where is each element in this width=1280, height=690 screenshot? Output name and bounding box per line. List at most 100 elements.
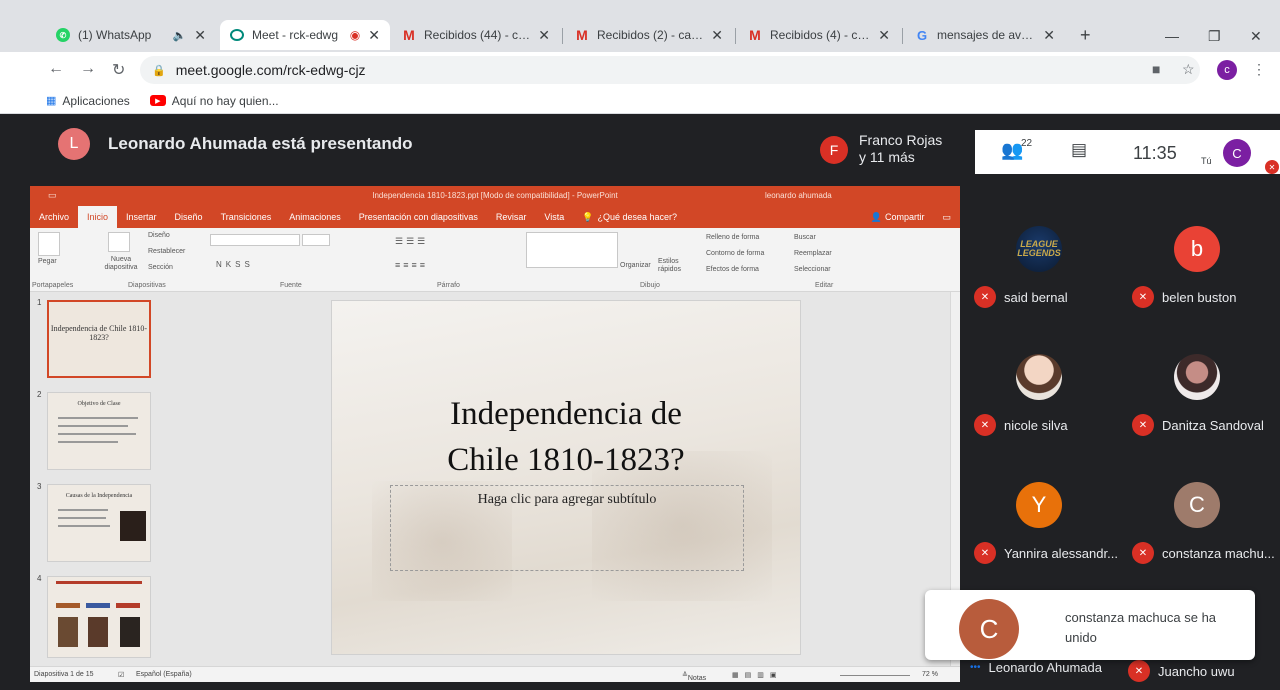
participant-tile[interactable]: ••• Leonardo Ahumada bbox=[970, 660, 1102, 675]
self-avatar[interactable]: C bbox=[1223, 139, 1251, 167]
tell-me-box[interactable]: 💡 ¿Qué desea hacer? bbox=[573, 206, 686, 228]
pp-ribbon-tabs: Archivo Inicio Insertar Diseño Transicio… bbox=[30, 206, 960, 228]
chat-icon[interactable]: ▤ bbox=[1071, 140, 1087, 160]
paste-button[interactable]: Pegar bbox=[38, 258, 57, 265]
tab-archivo[interactable]: Archivo bbox=[30, 206, 78, 228]
tab-presentacion[interactable]: Presentación con diapositivas bbox=[350, 206, 487, 228]
restore-icon[interactable]: ❐ bbox=[1208, 28, 1221, 45]
gmail-icon: M bbox=[749, 27, 761, 43]
close-tab-icon[interactable]: ✕ bbox=[1043, 27, 1055, 44]
slide-thumbnail-2[interactable]: Objetivo de Clase bbox=[47, 392, 151, 470]
address-bar[interactable]: 🔒 meet.google.com/rck-edwg-cjz bbox=[140, 56, 1200, 84]
shape-fill-button[interactable]: Relleno de forma bbox=[706, 234, 759, 241]
close-window-icon[interactable]: ✕ bbox=[1250, 28, 1262, 45]
label-box bbox=[116, 603, 140, 608]
menu-kebab-icon[interactable]: ⋮ bbox=[1252, 61, 1266, 78]
language-status[interactable]: Español (España) bbox=[136, 671, 192, 678]
zoom-level[interactable]: 72 % bbox=[922, 671, 938, 678]
back-icon[interactable]: ← bbox=[48, 60, 64, 78]
replace-button[interactable]: Reemplazar bbox=[794, 250, 832, 257]
new-tab-button[interactable]: + bbox=[1080, 25, 1091, 46]
bookmark-star-icon[interactable]: ☆ bbox=[1182, 61, 1195, 78]
tab-google[interactable]: G mensajes de avance ✕ bbox=[905, 20, 1065, 50]
share-button[interactable]: 👤 Compartir bbox=[862, 206, 934, 228]
tab-revisar[interactable]: Revisar bbox=[487, 206, 536, 228]
tab-separator bbox=[902, 28, 903, 44]
tab-gmail-2[interactable]: M Recibidos (2) - carlos ✕ bbox=[565, 20, 733, 50]
participant-photo bbox=[1016, 354, 1062, 400]
tab-gmail-1[interactable]: M Recibidos (44) - ccod ✕ bbox=[392, 20, 560, 50]
spellcheck-icon[interactable]: ☑ bbox=[118, 671, 124, 679]
gmail-icon: M bbox=[403, 27, 415, 43]
shape-outline-button[interactable]: Contorno de forma bbox=[706, 250, 764, 257]
quick-styles-button[interactable]: Estilos rápidos bbox=[658, 258, 684, 274]
subtitle-placeholder[interactable]: Haga clic para agregar subtítulo bbox=[390, 485, 744, 571]
section-button[interactable]: Sección bbox=[148, 264, 173, 271]
text-line bbox=[58, 441, 118, 443]
reset-button[interactable]: Restablecer bbox=[148, 248, 185, 255]
notes-button[interactable]: ≙ Notas bbox=[682, 671, 706, 682]
shapes-gallery[interactable] bbox=[526, 232, 618, 268]
camera-icon[interactable]: ■ bbox=[1152, 61, 1160, 77]
participant-count: 22 bbox=[1021, 138, 1033, 149]
whatsapp-icon: ✆ bbox=[56, 28, 70, 42]
close-tab-icon[interactable]: ✕ bbox=[538, 27, 550, 44]
close-tab-icon[interactable]: ✕ bbox=[711, 27, 723, 44]
paste-icon[interactable] bbox=[38, 232, 60, 256]
slide-thumbnail-4[interactable] bbox=[47, 576, 151, 658]
new-slide-button[interactable]: Nueva diapositiva bbox=[96, 256, 146, 272]
tab-inicio[interactable]: Inicio bbox=[78, 206, 118, 228]
recording-icon: ◉ bbox=[349, 28, 361, 42]
participant-tile[interactable]: ✕ nicole silva bbox=[966, 318, 1116, 438]
arrange-button[interactable]: Organizar bbox=[620, 262, 651, 269]
layout-button[interactable]: Diseño bbox=[148, 232, 170, 239]
participant-tile[interactable]: ✕ Juancho uwu bbox=[1128, 660, 1235, 682]
close-tab-icon[interactable]: ✕ bbox=[878, 27, 890, 44]
tab-whatsapp[interactable]: ✆ (1) WhatsApp 🔈 ✕ bbox=[46, 20, 216, 50]
current-slide[interactable]: Independencia de Chile 1810-1823? Haga c… bbox=[331, 300, 801, 655]
tab-insertar[interactable]: Insertar bbox=[117, 206, 166, 228]
participant-photo bbox=[1174, 354, 1220, 400]
list-icons[interactable]: ☰☰☰ bbox=[395, 236, 428, 247]
slide-thumbnail-1[interactable]: Independencia de Chile 1810-1823? bbox=[47, 300, 151, 378]
shape-effects-button[interactable]: Efectos de forma bbox=[706, 266, 759, 273]
zoom-slider[interactable] bbox=[840, 675, 910, 676]
participant-tile[interactable]: LEAGUE LEGENDS ✕ said bernal bbox=[966, 190, 1116, 310]
view-buttons[interactable]: ▦▤▥▣ bbox=[732, 671, 782, 679]
font-size-box[interactable] bbox=[302, 234, 330, 246]
bookmark-apps[interactable]: ▦ Aplicaciones bbox=[46, 94, 130, 108]
bookmark-youtube[interactable]: ▶ Aquí no hay quien... bbox=[149, 94, 279, 108]
align-icons[interactable]: ≡≡≡≡ bbox=[395, 260, 428, 270]
new-slide-icon[interactable] bbox=[108, 232, 130, 252]
slide-title[interactable]: Independencia de Chile 1810-1823? bbox=[332, 391, 800, 483]
tab-meet[interactable]: Meet - rck-edwg ◉ ✕ bbox=[220, 20, 390, 50]
select-button[interactable]: Seleccionar bbox=[794, 266, 831, 273]
tab-diseno[interactable]: Diseño bbox=[166, 206, 212, 228]
tab-transiciones[interactable]: Transiciones bbox=[212, 206, 281, 228]
font-format-icons[interactable]: NKSS bbox=[216, 260, 254, 269]
participant-tile[interactable]: C ✕ constanza machu... bbox=[1124, 446, 1275, 566]
forward-icon[interactable]: → bbox=[80, 60, 96, 78]
slide-thumbnail-3[interactable]: Causas de la Independencia bbox=[47, 484, 151, 562]
font-name-box[interactable] bbox=[210, 234, 300, 246]
close-tab-icon[interactable]: ✕ bbox=[368, 27, 380, 44]
comments-icon[interactable]: ▭ bbox=[933, 206, 960, 228]
lightbulb-icon: 💡 bbox=[582, 211, 594, 222]
close-tab-icon[interactable]: ✕ bbox=[194, 27, 206, 44]
participant-avatar: Y bbox=[1016, 482, 1062, 528]
tab-gmail-3[interactable]: M Recibidos (4) - calam ✕ bbox=[738, 20, 900, 50]
tab-animaciones[interactable]: Animaciones bbox=[280, 206, 350, 228]
portrait-image bbox=[120, 617, 140, 647]
participant-tile[interactable]: ✕ Danitza Sandoval bbox=[1124, 318, 1274, 438]
find-button[interactable]: Buscar bbox=[794, 234, 816, 241]
minimize-icon[interactable]: — bbox=[1165, 28, 1179, 44]
label-box bbox=[56, 603, 80, 608]
profile-avatar[interactable]: c bbox=[1217, 60, 1237, 80]
reload-icon[interactable]: ↻ bbox=[112, 60, 125, 80]
participant-tile[interactable]: b ✕ belen buston bbox=[1124, 190, 1274, 310]
tab-vista[interactable]: Vista bbox=[535, 206, 573, 228]
bookmarks-bar: ▦ Aplicaciones ▶ Aquí no hay quien... bbox=[0, 88, 1280, 114]
pp-ribbon: Pegar Nueva diapositiva Diseño Restablec… bbox=[30, 228, 960, 292]
group-label: Párrafo bbox=[437, 282, 460, 289]
participant-tile[interactable]: Y ✕ Yannira alessandr... bbox=[966, 446, 1118, 566]
